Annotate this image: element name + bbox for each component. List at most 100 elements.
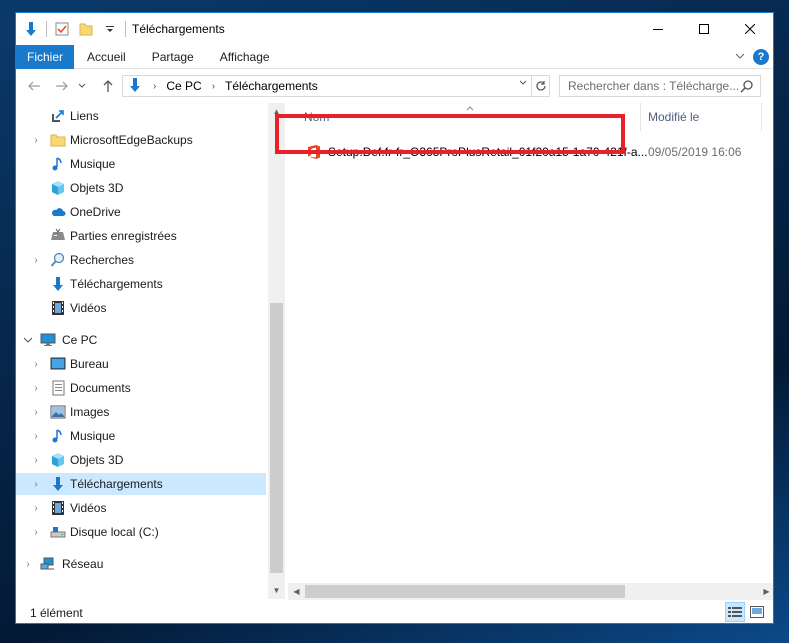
nav-item-ce-pc[interactable]: Ce PC: [16, 329, 266, 351]
chevron-right-icon[interactable]: ›: [30, 521, 42, 543]
title-bar: Téléchargements: [16, 13, 773, 45]
tab-partage[interactable]: Partage: [139, 45, 207, 69]
nav-item-reseau[interactable]: › Réseau: [16, 553, 266, 575]
nav-item-disque-local[interactable]: › Disque local (C:): [16, 521, 266, 543]
large-icons-view-button[interactable]: [747, 602, 767, 622]
navigation-pane: Liens › MicrosoftEdgeBackups Musique Obj…: [16, 103, 268, 599]
nav-item-videos-pc[interactable]: › Vidéos: [16, 497, 266, 519]
refresh-button[interactable]: [531, 76, 549, 96]
help-button[interactable]: ?: [753, 49, 769, 65]
breadcrumb-telechargements[interactable]: Téléchargements: [225, 79, 318, 93]
scroll-right-arrow-icon[interactable]: ▶: [758, 583, 773, 600]
nav-item-musique[interactable]: Musique: [16, 153, 266, 175]
scroll-up-arrow-icon[interactable]: ▲: [268, 103, 285, 120]
recent-locations-button[interactable]: [74, 74, 90, 98]
nav-item-microsoftedgebackups[interactable]: › MicrosoftEdgeBackups: [16, 129, 266, 151]
scrollbar-thumb[interactable]: [270, 303, 283, 573]
navigation-pane-scrollbar[interactable]: ▲ ▼: [268, 103, 285, 599]
link-icon: [50, 108, 66, 124]
desktop-icon: [50, 356, 66, 372]
drive-icon: [50, 524, 66, 540]
scroll-left-arrow-icon[interactable]: ◀: [288, 583, 305, 600]
chevron-right-icon[interactable]: ›: [30, 449, 42, 471]
nav-item-liens[interactable]: Liens: [16, 105, 266, 127]
film-icon: [50, 500, 66, 516]
minimize-button[interactable]: [635, 13, 681, 45]
nav-item-bureau[interactable]: › Bureau: [16, 353, 266, 375]
nav-item-parties-enregistrees[interactable]: Parties enregistrées: [16, 225, 266, 247]
new-folder-icon[interactable]: [77, 20, 95, 38]
nav-item-objets-3d[interactable]: Objets 3D: [16, 177, 266, 199]
explorer-window: Téléchargements Fichier Accueil Partage …: [15, 12, 774, 624]
nav-item-recherches[interactable]: › Recherches: [16, 249, 266, 271]
column-separator[interactable]: [640, 103, 641, 131]
file-name: Setup.Def.fr-fr_O365ProPlusRetail_01f20a…: [328, 145, 648, 159]
chevron-right-icon[interactable]: ›: [30, 129, 42, 151]
nav-item-telechargements[interactable]: Téléchargements: [16, 273, 266, 295]
chevron-right-icon[interactable]: ›: [153, 81, 156, 92]
scrollbar-thumb[interactable]: [305, 585, 625, 598]
file-name-cell[interactable]: Setup.Def.fr-fr_O365ProPlusRetail_01f20a…: [306, 141, 648, 163]
computer-icon: [40, 332, 56, 348]
column-header-modified[interactable]: Modifié le: [648, 103, 699, 131]
back-button[interactable]: [22, 74, 46, 98]
tab-fichier[interactable]: Fichier: [16, 44, 75, 69]
customize-qat-icon[interactable]: [101, 20, 119, 38]
download-arrow-icon[interactable]: [22, 20, 40, 38]
window-controls: [635, 13, 773, 45]
scroll-down-arrow-icon[interactable]: ▼: [268, 582, 285, 599]
expand-ribbon-icon[interactable]: [735, 50, 745, 64]
chevron-right-icon[interactable]: ›: [30, 353, 42, 375]
nav-item-onedrive[interactable]: OneDrive: [16, 201, 266, 223]
column-header-name[interactable]: Nom: [304, 103, 329, 131]
download-arrow-icon: [127, 77, 143, 96]
toolbar-separator: [125, 21, 126, 37]
search-box[interactable]: Rechercher dans : Télécharge...: [559, 75, 761, 97]
download-arrow-icon: [50, 476, 66, 492]
search-icon[interactable]: [740, 79, 754, 96]
chevron-right-icon[interactable]: ›: [30, 497, 42, 519]
tab-affichage[interactable]: Affichage: [207, 45, 283, 69]
properties-icon[interactable]: [53, 20, 71, 38]
breadcrumb-ce-pc[interactable]: Ce PC: [166, 79, 201, 93]
chevron-right-icon[interactable]: ›: [30, 473, 42, 495]
column-separator[interactable]: [761, 103, 762, 131]
file-row[interactable]: Setup.Def.fr-fr_O365ProPlusRetail_01f20a…: [296, 141, 756, 163]
download-arrow-icon: [50, 276, 66, 292]
ribbon-right-controls: ?: [735, 45, 769, 69]
address-bar[interactable]: › Ce PC › Téléchargements: [122, 75, 550, 97]
file-modified-date: 09/05/2019 16:06: [648, 145, 742, 159]
network-icon: [40, 556, 56, 572]
maximize-button[interactable]: [681, 13, 727, 45]
nav-item-videos[interactable]: Vidéos: [16, 297, 266, 319]
file-list: Nom Modifié le T Setup.Def.fr-fr_O365Pro…: [288, 103, 773, 599]
nav-item-documents[interactable]: › Documents: [16, 377, 266, 399]
nav-item-objets-3d-pc[interactable]: › Objets 3D: [16, 449, 266, 471]
chevron-right-icon[interactable]: ›: [212, 81, 215, 92]
nav-item-images[interactable]: › Images: [16, 401, 266, 423]
chevron-down-icon[interactable]: [22, 329, 34, 351]
details-view-button[interactable]: [725, 602, 745, 622]
forward-button[interactable]: [50, 74, 74, 98]
cube-3d-icon: [50, 452, 66, 468]
search-input[interactable]: Rechercher dans : Télécharge...: [568, 79, 739, 93]
content-edge: [767, 103, 773, 583]
chevron-right-icon[interactable]: ›: [30, 249, 42, 271]
toolbar-separator: [46, 21, 47, 37]
chevron-right-icon[interactable]: ›: [30, 401, 42, 423]
chevron-right-icon[interactable]: ›: [30, 425, 42, 447]
up-button[interactable]: [96, 74, 120, 98]
folder-icon: [50, 132, 66, 148]
nav-item-telechargements-pc[interactable]: › Téléchargements: [16, 473, 266, 495]
search-icon: [50, 252, 66, 268]
address-dropdown-icon[interactable]: [519, 79, 527, 89]
status-bar: 1 élément: [16, 600, 773, 623]
item-count: 1 élément: [30, 605, 83, 620]
film-icon: [50, 300, 66, 316]
chevron-right-icon[interactable]: ›: [30, 377, 42, 399]
chevron-right-icon[interactable]: ›: [22, 553, 34, 575]
close-button[interactable]: [727, 13, 773, 45]
nav-item-musique-pc[interactable]: › Musique: [16, 425, 266, 447]
file-list-horizontal-scrollbar[interactable]: ◀ ▶: [288, 583, 773, 600]
tab-accueil[interactable]: Accueil: [74, 45, 139, 69]
